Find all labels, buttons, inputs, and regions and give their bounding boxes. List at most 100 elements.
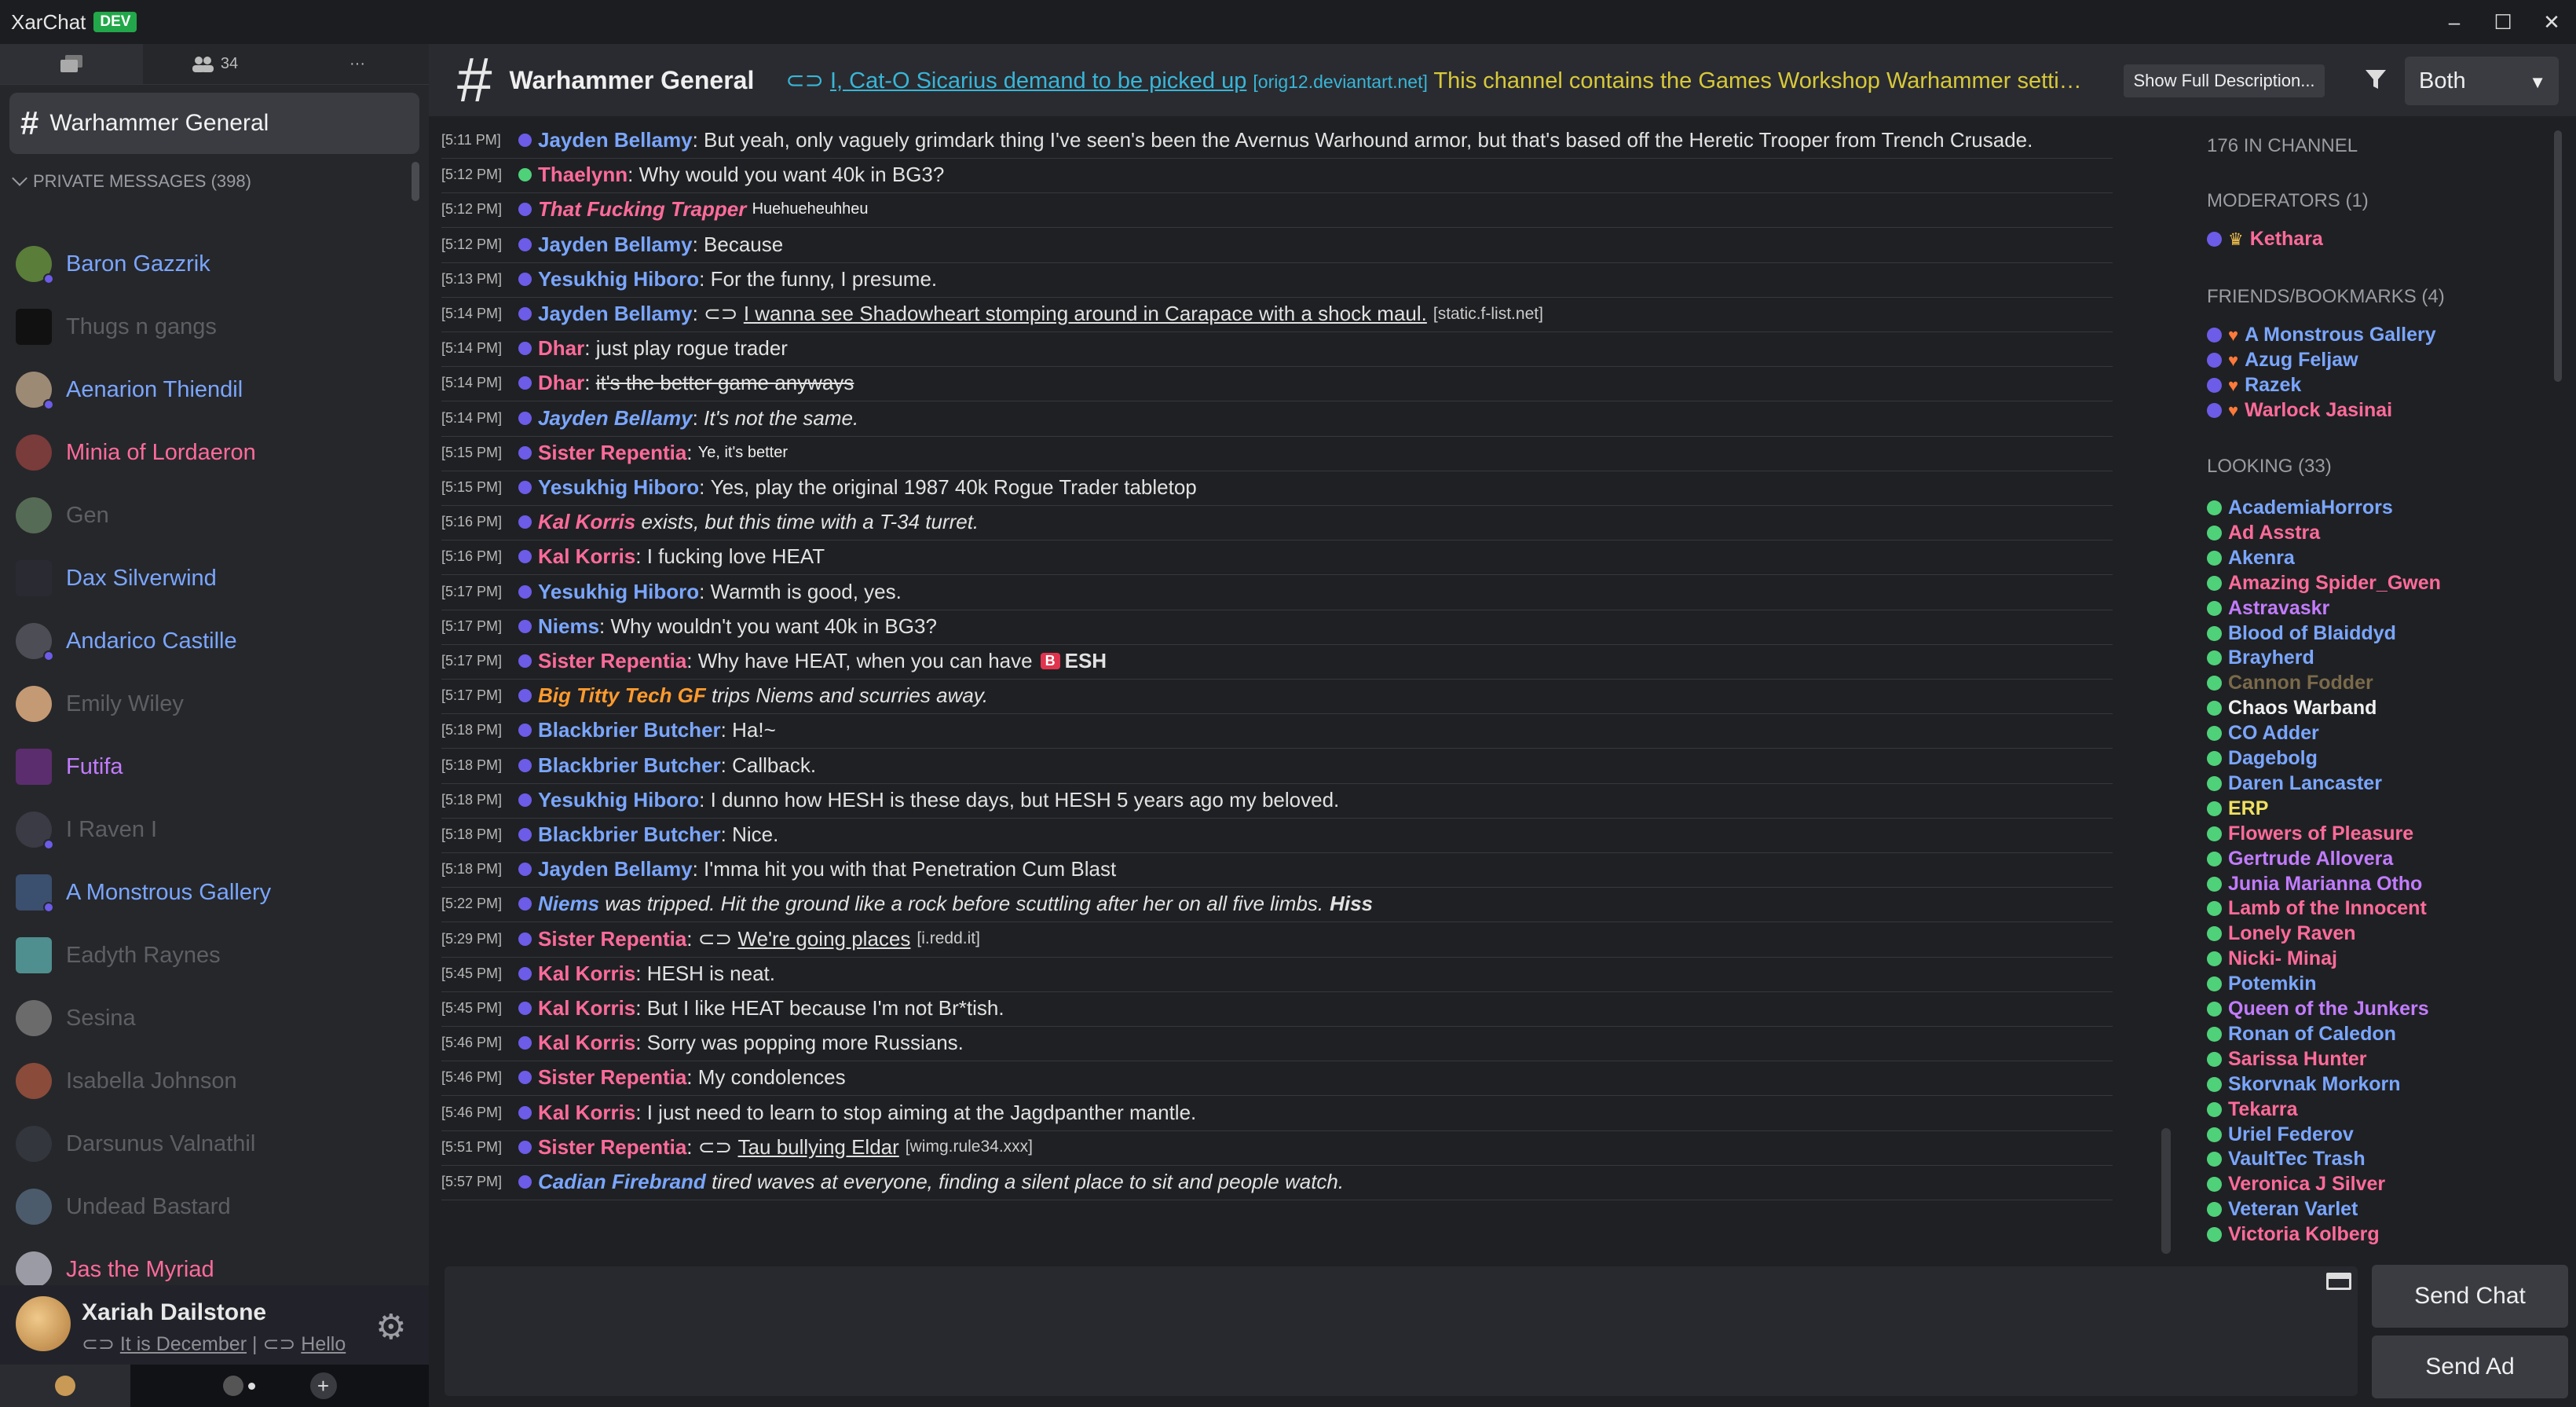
sender-name[interactable]: Jayden Bellamy bbox=[538, 857, 693, 881]
sender-name[interactable]: Jayden Bellamy bbox=[538, 406, 693, 431]
member-scrollbar[interactable] bbox=[2554, 130, 2562, 382]
gear-icon[interactable]: ⚙ bbox=[375, 1307, 406, 1347]
sender-name[interactable]: Jayden Bellamy bbox=[538, 233, 693, 257]
sender-name[interactable]: Dhar bbox=[538, 336, 584, 361]
chat-input[interactable] bbox=[445, 1266, 2358, 1396]
sender-name[interactable]: Kal Korris bbox=[538, 996, 635, 1020]
pm-item[interactable]: Darsunus Valnathil bbox=[0, 1112, 429, 1175]
member-item[interactable]: ♥ Razek bbox=[2207, 374, 2301, 397]
sender-name[interactable]: Blackbrier Butcher bbox=[538, 823, 721, 847]
member-item[interactable]: Cannon Fodder bbox=[2207, 672, 2373, 694]
current-channel-item[interactable]: # Warhammer General bbox=[9, 93, 419, 154]
member-item[interactable]: Gertrude Allovera bbox=[2207, 848, 2393, 870]
member-item[interactable]: Ronan of Caledon bbox=[2207, 1023, 2396, 1046]
pm-item[interactable]: Undead Bastard bbox=[0, 1175, 429, 1238]
member-item[interactable]: ♥ Warlock Jasinai bbox=[2207, 399, 2392, 422]
status-link-1[interactable]: It is December bbox=[120, 1333, 247, 1355]
sender-name[interactable]: Niems bbox=[538, 614, 599, 639]
sender-name[interactable]: Jayden Bellamy bbox=[538, 302, 693, 326]
member-item[interactable]: Junia Marianna Otho bbox=[2207, 873, 2422, 896]
pm-item[interactable]: Thugs n gangs bbox=[0, 295, 429, 358]
pm-item[interactable]: Dax Silverwind bbox=[0, 547, 429, 610]
member-item[interactable]: Potemkin bbox=[2207, 973, 2317, 995]
member-item[interactable]: Uriel Federov bbox=[2207, 1123, 2354, 1146]
member-item[interactable]: CO Adder bbox=[2207, 722, 2319, 745]
member-item[interactable]: Astravaskr bbox=[2207, 597, 2329, 620]
sender-name[interactable]: Yesukhig Hiboro bbox=[538, 580, 699, 604]
send-chat-button[interactable]: Send Chat bbox=[2372, 1265, 2568, 1328]
session-avatar-icon[interactable] bbox=[222, 1376, 255, 1396]
pm-item[interactable]: Aenarion Thiendil bbox=[0, 358, 429, 421]
maximize-icon[interactable]: ☐ bbox=[2479, 0, 2527, 44]
member-item[interactable]: ♥ Azug Feljaw bbox=[2207, 349, 2358, 372]
member-item[interactable]: ERP bbox=[2207, 797, 2268, 820]
message-link[interactable]: We're going places bbox=[738, 927, 911, 951]
sender-name[interactable]: Blackbrier Butcher bbox=[538, 753, 721, 778]
message-filter-select[interactable]: Both ▼ bbox=[2405, 57, 2559, 105]
account-switch-button[interactable] bbox=[0, 1365, 130, 1407]
sender-name[interactable]: That Fucking Trapper bbox=[538, 197, 746, 222]
member-item[interactable]: Veronica J Silver bbox=[2207, 1173, 2385, 1196]
member-item[interactable]: Dagebolg bbox=[2207, 747, 2318, 770]
send-ad-button[interactable]: Send Ad bbox=[2372, 1336, 2568, 1398]
sender-name[interactable]: Yesukhig Hiboro bbox=[538, 267, 699, 291]
user-avatar[interactable] bbox=[16, 1296, 71, 1351]
pm-item[interactable]: Minia of Lordaeron bbox=[0, 421, 429, 484]
pm-item[interactable]: Eadyth Raynes bbox=[0, 924, 429, 987]
sender-name[interactable]: Sister Repentia bbox=[538, 1135, 686, 1160]
member-item[interactable]: Skorvnak Morkorn bbox=[2207, 1073, 2401, 1096]
member-item[interactable]: Lamb of the Innocent bbox=[2207, 897, 2427, 920]
pm-item[interactable]: I Raven I bbox=[0, 798, 429, 861]
input-mode-icon[interactable] bbox=[2326, 1273, 2351, 1290]
sender-name[interactable]: Yesukhig Hiboro bbox=[538, 788, 699, 812]
pm-item[interactable]: Emily Wiley bbox=[0, 672, 429, 735]
member-item[interactable]: Akenra bbox=[2207, 547, 2295, 570]
sender-name[interactable]: Big Titty Tech GF bbox=[538, 683, 706, 708]
member-item[interactable]: Daren Lancaster bbox=[2207, 772, 2382, 795]
show-full-description-button[interactable]: Show Full Description... bbox=[2124, 64, 2325, 97]
description-link[interactable]: I, Cat-O Sicarius demand to be picked up bbox=[830, 68, 1246, 93]
sender-name[interactable]: Kal Korris bbox=[538, 510, 635, 534]
member-item[interactable]: AcademiaHorrors bbox=[2207, 496, 2393, 519]
add-session-button[interactable]: + bbox=[309, 1372, 337, 1399]
member-item[interactable]: Brayherd bbox=[2207, 647, 2314, 669]
close-icon[interactable]: ✕ bbox=[2527, 0, 2576, 44]
sender-name[interactable]: Sister Repentia bbox=[538, 649, 686, 673]
member-item[interactable]: Victoria Kolberg bbox=[2207, 1223, 2380, 1246]
member-item[interactable]: Tekarra bbox=[2207, 1098, 2298, 1121]
chat-scrollbar[interactable] bbox=[2161, 1128, 2171, 1254]
sender-name[interactable]: Kal Korris bbox=[538, 962, 635, 986]
message-link[interactable]: I wanna see Shadowheart stomping around … bbox=[744, 302, 1427, 326]
sender-name[interactable]: Thaelynn bbox=[538, 163, 628, 187]
sender-name[interactable]: Kal Korris bbox=[538, 1101, 635, 1125]
minimize-icon[interactable]: – bbox=[2430, 0, 2479, 44]
tab-more[interactable]: ··· bbox=[286, 44, 429, 84]
pm-item[interactable]: Sesina bbox=[0, 987, 429, 1050]
status-link-2[interactable]: Hello bbox=[301, 1333, 346, 1355]
member-item[interactable]: Amazing Spider_Gwen bbox=[2207, 572, 2441, 595]
member-item[interactable]: Ad Asstra bbox=[2207, 522, 2320, 544]
message-link[interactable]: Tau bullying Eldar bbox=[738, 1135, 899, 1160]
tab-chats[interactable] bbox=[0, 44, 143, 84]
sender-name[interactable]: Sister Repentia bbox=[538, 1065, 686, 1090]
member-item[interactable]: ♥ A Monstrous Gallery bbox=[2207, 324, 2436, 346]
pm-item[interactable]: Baron Gazzrik bbox=[0, 233, 429, 295]
filter-icon[interactable] bbox=[2364, 68, 2388, 98]
pm-item[interactable]: Andarico Castille bbox=[0, 610, 429, 672]
member-item[interactable]: Lonely Raven bbox=[2207, 922, 2356, 945]
tab-friends[interactable]: 34 bbox=[143, 44, 286, 84]
pm-item[interactable]: Gen bbox=[0, 484, 429, 547]
pm-item[interactable]: Isabella Johnson bbox=[0, 1050, 429, 1112]
member-item[interactable]: Queen of the Junkers bbox=[2207, 998, 2429, 1020]
sender-name[interactable]: Sister Repentia bbox=[538, 441, 686, 465]
member-item[interactable]: Chaos Warband bbox=[2207, 697, 2377, 720]
sender-name[interactable]: Sister Repentia bbox=[538, 927, 686, 951]
sender-name[interactable]: Jayden Bellamy bbox=[538, 128, 693, 152]
member-item[interactable]: VaultTec Trash bbox=[2207, 1148, 2366, 1171]
sender-name[interactable]: Cadian Firebrand bbox=[538, 1170, 706, 1194]
member-item[interactable]: ♛ Kethara bbox=[2207, 228, 2323, 251]
member-item[interactable]: Nicki- Minaj bbox=[2207, 947, 2337, 970]
sender-name[interactable]: Yesukhig Hiboro bbox=[538, 475, 699, 500]
sender-name[interactable]: Dhar bbox=[538, 371, 584, 395]
member-item[interactable]: Veteran Varlet bbox=[2207, 1198, 2358, 1221]
